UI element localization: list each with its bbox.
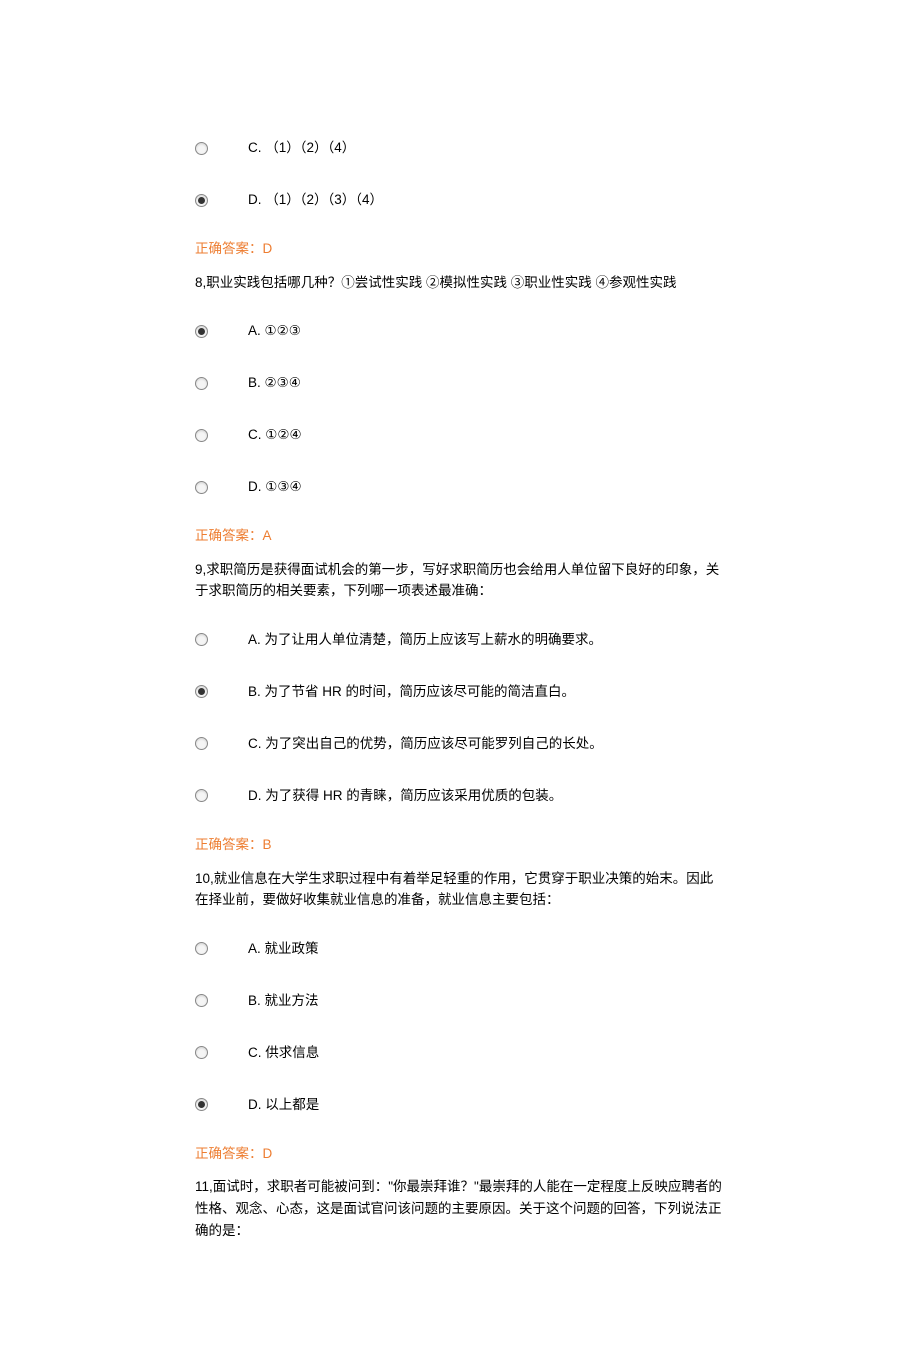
option-label: B. 为了节省 HR 的时间，简历应该尽可能的简洁直白。 — [248, 681, 575, 703]
radio-icon[interactable] — [195, 481, 208, 494]
option-label: B. ②③④ — [248, 372, 301, 394]
radio-icon[interactable] — [195, 789, 208, 802]
question-text: 11,面试时，求职者可能被问到："你最崇拜谁？"最崇拜的人能在一定程度上反映应聘… — [195, 1176, 725, 1241]
radio-icon[interactable] — [195, 994, 208, 1007]
radio-icon[interactable] — [195, 942, 208, 955]
option-label: D. （1）（2）（3）（4） — [248, 189, 383, 211]
radio-icon[interactable] — [195, 1046, 208, 1059]
option-row[interactable]: D. 以上都是 — [195, 1091, 725, 1119]
question-text: 8,职业实践包括哪几种？①尝试性实践 ②模拟性实践 ③职业性实践 ④参观性实践 — [195, 272, 725, 294]
option-label: A. ①②③ — [248, 320, 301, 342]
option-row[interactable]: B. ②③④ — [195, 369, 725, 397]
option-label: A. 就业政策 — [248, 938, 319, 960]
option-row[interactable]: C. 为了突出自己的优势，简历应该尽可能罗列自己的长处。 — [195, 730, 725, 758]
radio-icon[interactable] — [195, 737, 208, 750]
correct-answer: 正确答案：A — [195, 525, 725, 547]
option-row[interactable]: D. （1）（2）（3）（4） — [195, 186, 725, 214]
option-label: B. 就业方法 — [248, 990, 319, 1012]
radio-icon[interactable] — [195, 325, 208, 338]
option-list: C. （1）（2）（4） D. （1）（2）（3）（4） — [195, 134, 725, 214]
radio-icon[interactable] — [195, 377, 208, 390]
radio-icon[interactable] — [195, 685, 208, 698]
option-label: D. 为了获得 HR 的青睐，简历应该采用优质的包装。 — [248, 785, 562, 807]
option-row[interactable]: B. 就业方法 — [195, 987, 725, 1015]
radio-icon[interactable] — [195, 633, 208, 646]
correct-answer: 正确答案：D — [195, 1143, 725, 1165]
option-label: C. ①②④ — [248, 424, 302, 446]
radio-icon[interactable] — [195, 142, 208, 155]
option-label: D. 以上都是 — [248, 1094, 319, 1116]
option-row[interactable]: A. ①②③ — [195, 317, 725, 345]
option-label: C. 供求信息 — [248, 1042, 319, 1064]
question-text: 10,就业信息在大学生求职过程中有着举足轻重的作用，它贯穿于职业决策的始末。因此… — [195, 868, 725, 911]
option-row[interactable]: C. （1）（2）（4） — [195, 134, 725, 162]
option-label: D. ①③④ — [248, 476, 302, 498]
radio-icon[interactable] — [195, 1098, 208, 1111]
correct-answer: 正确答案：B — [195, 834, 725, 856]
option-row[interactable]: B. 为了节省 HR 的时间，简历应该尽可能的简洁直白。 — [195, 678, 725, 706]
option-row[interactable]: C. ①②④ — [195, 421, 725, 449]
option-row[interactable]: A. 就业政策 — [195, 935, 725, 963]
radio-icon[interactable] — [195, 194, 208, 207]
option-list: A. ①②③ B. ②③④ C. ①②④ D. ①③④ — [195, 317, 725, 501]
option-row[interactable]: D. ①③④ — [195, 473, 725, 501]
option-list: A. 就业政策 B. 就业方法 C. 供求信息 D. 以上都是 — [195, 935, 725, 1119]
question-text: 9,求职简历是获得面试机会的第一步，写好求职简历也会给用人单位留下良好的印象，关… — [195, 559, 725, 602]
radio-icon[interactable] — [195, 429, 208, 442]
document-page: C. （1）（2）（4） D. （1）（2）（3）（4） 正确答案：D 8,职业实践包… — [0, 0, 920, 1347]
option-row[interactable]: C. 供求信息 — [195, 1039, 725, 1067]
option-label: C. 为了突出自己的优势，简历应该尽可能罗列自己的长处。 — [248, 733, 603, 755]
option-row[interactable]: A. 为了让用人单位清楚，简历上应该写上薪水的明确要求。 — [195, 626, 725, 654]
option-label: C. （1）（2）（4） — [248, 137, 355, 159]
option-row[interactable]: D. 为了获得 HR 的青睐，简历应该采用优质的包装。 — [195, 782, 725, 810]
option-list: A. 为了让用人单位清楚，简历上应该写上薪水的明确要求。 B. 为了节省 HR 的… — [195, 626, 725, 810]
option-label: A. 为了让用人单位清楚，简历上应该写上薪水的明确要求。 — [248, 629, 602, 651]
correct-answer: 正确答案：D — [195, 238, 725, 260]
